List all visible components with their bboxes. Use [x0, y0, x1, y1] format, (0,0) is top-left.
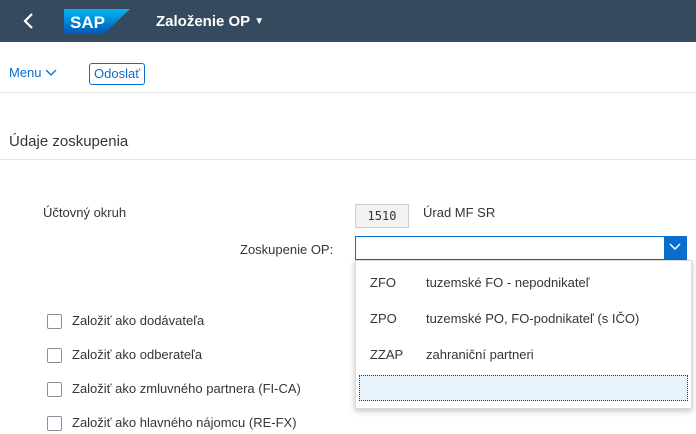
checkbox-label: Založiť ako hlavného nájomcu (RE-FX) — [72, 415, 297, 430]
create-as-main-tenant-checkbox[interactable] — [47, 416, 62, 431]
option-code: ZFO — [370, 275, 396, 290]
dropdown-option-zfo[interactable]: ZFO tuzemské FO - nepodnikateľ — [356, 265, 691, 299]
grouping-label: Zoskupenie OP: — [240, 242, 334, 257]
dropdown-option-empty[interactable] — [359, 375, 688, 401]
back-button[interactable] — [22, 10, 42, 32]
combobox-open-button[interactable] — [664, 237, 686, 259]
app-title: Založenie OP — [156, 13, 251, 30]
toolbar: Menu Odoslať — [0, 42, 696, 93]
checkbox-label: Založiť ako dodávateľa — [72, 313, 205, 328]
option-text: zahraniční partneri — [426, 347, 534, 362]
section-title: Údaje zoskupenia — [9, 133, 129, 150]
send-button[interactable]: Odoslať — [89, 63, 146, 85]
title-caret-icon: ▼ — [254, 16, 265, 27]
create-as-supplier-checkbox[interactable] — [47, 314, 62, 329]
company-code-label: Účtovný okruh — [43, 205, 127, 220]
shell-bar: SAP Založenie OP ▼ — [0, 0, 696, 42]
option-text: tuzemské FO - nepodnikateľ — [426, 275, 590, 290]
create-as-contract-partner-checkbox[interactable] — [47, 382, 62, 397]
option-code: ZPO — [370, 311, 397, 326]
section-divider — [0, 159, 696, 160]
checkbox-label: Založiť ako zmluvného partnera (FI-CA) — [72, 381, 301, 396]
app-title-menu[interactable]: Založenie OP ▼ — [156, 13, 264, 30]
company-code-description: Úrad MF SR — [423, 205, 496, 220]
option-text: tuzemské PO, FO-podnikateľ (s IČO) — [426, 311, 640, 326]
company-code-field: 1510 — [355, 204, 409, 228]
sap-logo[interactable]: SAP — [64, 9, 130, 34]
grouping-combobox[interactable] — [355, 236, 687, 260]
menu-label: Menu — [9, 65, 42, 80]
dropdown-option-zpo[interactable]: ZPO tuzemské PO, FO-podnikateľ (s IČO) — [356, 301, 691, 335]
grouping-dropdown-list: ZFO tuzemské FO - nepodnikateľ ZPO tuzem… — [355, 260, 692, 409]
menu-button[interactable]: Menu — [9, 65, 57, 80]
checkbox-label: Založiť ako odberateľa — [72, 347, 203, 362]
option-code: ZZAP — [370, 347, 404, 362]
svg-text:SAP: SAP — [70, 13, 105, 32]
chevron-down-icon — [669, 243, 681, 251]
dropdown-option-zzap[interactable]: ZZAP zahraniční partneri — [356, 337, 691, 371]
chevron-left-icon — [23, 13, 33, 29]
create-as-customer-checkbox[interactable] — [47, 348, 62, 363]
chevron-down-icon — [45, 65, 57, 80]
